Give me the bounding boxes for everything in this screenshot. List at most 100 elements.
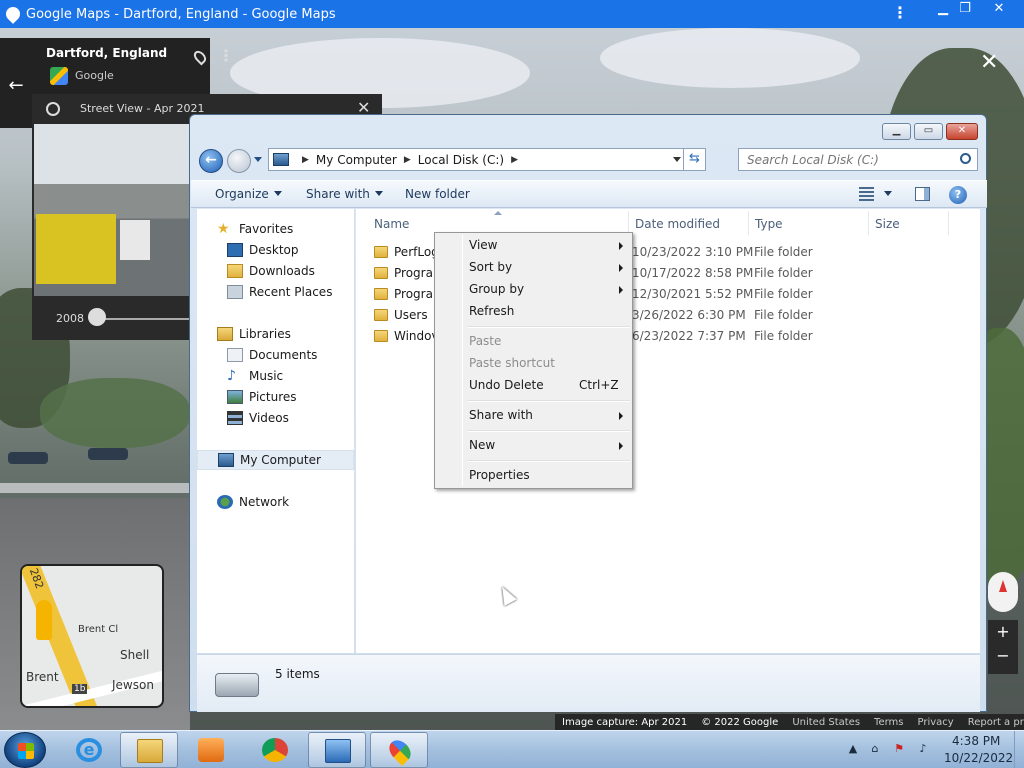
truck: [120, 220, 150, 260]
column-divider[interactable]: [868, 211, 869, 235]
nav-pictures[interactable]: Pictures: [197, 387, 354, 407]
file-name: Prograr: [394, 266, 438, 280]
taskbar-internet-explorer[interactable]: e: [60, 732, 118, 768]
close-window-button[interactable]: ✕: [946, 123, 978, 140]
nav-videos[interactable]: Videos: [197, 408, 354, 428]
taskbar-google-maps[interactable]: [370, 732, 428, 768]
clock-date[interactable]: 10/22/2022: [944, 751, 1013, 765]
restore-button[interactable]: ❐: [948, 0, 982, 20]
address-bar[interactable]: ▶ My Computer ▶ Local Disk (C:) ▶ ⇆: [268, 148, 706, 171]
nav-documents[interactable]: Documents: [197, 345, 354, 365]
region-link[interactable]: United States: [785, 717, 867, 728]
help-icon[interactable]: ?: [949, 186, 967, 204]
back-button[interactable]: ←: [199, 149, 223, 173]
nav-favorites[interactable]: ★ Favorites: [197, 219, 354, 239]
report-problem-link[interactable]: Report a problem: [961, 717, 1024, 728]
terms-link[interactable]: Terms: [867, 717, 910, 728]
file-date: 3/26/2022 6:30 PM: [632, 308, 746, 322]
nav-downloads[interactable]: Downloads: [197, 261, 354, 281]
menu-item-new[interactable]: New: [437, 435, 630, 456]
close-app-button[interactable]: ✕: [982, 0, 1016, 20]
taskbar-media-player[interactable]: [182, 732, 240, 768]
column-header-date[interactable]: Date modified: [635, 217, 720, 231]
history-icon[interactable]: [46, 102, 60, 116]
menu-item-share-with[interactable]: Share with: [437, 405, 630, 426]
menu-item-group-by[interactable]: Group by: [437, 279, 630, 300]
forward-button[interactable]: [227, 149, 251, 173]
nav-libraries[interactable]: Libraries: [197, 324, 354, 344]
app-menu-button[interactable]: ⋮: [892, 3, 908, 22]
taskbar: e ▲ ⌂ ⚑ ♪ 4:38 PM 10/22/2022: [0, 730, 1024, 768]
place-name: Dartford, England: [46, 46, 168, 60]
change-view-icon[interactable]: [859, 187, 874, 201]
search-icon[interactable]: [960, 153, 971, 164]
menu-item-properties[interactable]: Properties: [437, 465, 630, 486]
action-center-icon[interactable]: ⚑: [892, 742, 906, 756]
nav-music[interactable]: ♪ Music: [197, 366, 354, 386]
address-dropdown-icon[interactable]: [673, 157, 681, 162]
zoom-control[interactable]: + −: [988, 620, 1018, 674]
truck: [36, 214, 116, 284]
more-options-icon[interactable]: ⋮: [218, 46, 234, 65]
compass-icon[interactable]: [988, 572, 1018, 612]
location-pin-icon[interactable]: [191, 48, 209, 66]
minimize-window-button[interactable]: ▁: [882, 123, 911, 140]
column-header-size[interactable]: Size: [875, 217, 900, 231]
share-with-button[interactable]: Share with: [306, 187, 383, 201]
minimap[interactable]: 282 Brent Cl Shell Brent 1b Jewson: [20, 564, 164, 708]
volume-icon[interactable]: ♪: [916, 742, 930, 756]
recent-pages-dropdown[interactable]: [254, 157, 262, 162]
menu-item-view[interactable]: View: [437, 235, 630, 256]
network-status-icon[interactable]: ⌂: [868, 742, 882, 756]
show-hidden-icons-icon[interactable]: ▲: [846, 742, 860, 756]
column-header-name[interactable]: Name: [374, 217, 409, 231]
libraries-icon: [217, 327, 233, 341]
pegman-icon[interactable]: [36, 600, 52, 640]
nav-label: My Computer: [240, 453, 321, 467]
column-divider[interactable]: [748, 211, 749, 235]
organize-button[interactable]: Organize: [215, 187, 282, 201]
chevron-right-icon[interactable]: ▶: [511, 155, 518, 165]
street-view-thumbnail[interactable]: [34, 124, 190, 296]
nav-network[interactable]: Network: [197, 492, 354, 512]
privacy-link[interactable]: Privacy: [911, 717, 961, 728]
clock-time[interactable]: 4:38 PM: [952, 734, 1000, 748]
recent-places-icon: [227, 285, 243, 299]
column-divider[interactable]: [948, 211, 949, 235]
google-maps-icon: [385, 736, 415, 766]
preview-pane-icon[interactable]: [915, 187, 930, 201]
nav-my-computer[interactable]: My Computer: [197, 450, 354, 470]
refresh-icon[interactable]: ⇆: [683, 149, 705, 170]
timeline-slider-handle[interactable]: [88, 308, 106, 326]
close-street-view-icon[interactable]: ✕: [980, 50, 998, 75]
menu-item-undo-delete[interactable]: Undo Delete Ctrl+Z: [437, 375, 630, 396]
search-box[interactable]: [738, 148, 978, 171]
back-arrow-icon[interactable]: ←: [0, 38, 32, 128]
chevron-right-icon[interactable]: ▶: [302, 155, 309, 165]
timeline-slider-track[interactable]: [98, 318, 192, 320]
documents-icon: [227, 348, 243, 362]
context-menu: View Sort by Group by Refresh Paste Past…: [434, 232, 633, 489]
taskbar-windows-explorer[interactable]: [120, 732, 178, 768]
breadcrumb-my-computer[interactable]: My Computer: [316, 153, 397, 167]
maximize-window-button[interactable]: ▭: [914, 123, 943, 140]
start-button[interactable]: [4, 732, 46, 768]
zoom-out-button[interactable]: −: [988, 644, 1018, 668]
column-header-type[interactable]: Type: [755, 217, 783, 231]
file-type: File folder: [754, 245, 813, 259]
zoom-in-button[interactable]: +: [988, 620, 1018, 644]
view-options-dropdown[interactable]: [879, 187, 892, 201]
show-desktop-button[interactable]: [1014, 731, 1024, 768]
taskbar-chrome[interactable]: [246, 732, 304, 768]
nav-desktop[interactable]: Desktop: [197, 240, 354, 260]
chevron-right-icon[interactable]: ▶: [404, 155, 411, 165]
pictures-icon: [227, 390, 243, 404]
menu-item-sort-by[interactable]: Sort by: [437, 257, 630, 278]
breadcrumb-local-disk[interactable]: Local Disk (C:): [418, 153, 504, 167]
menu-item-refresh[interactable]: Refresh: [437, 301, 630, 322]
taskbar-remote-desktop[interactable]: [308, 732, 366, 768]
new-folder-button[interactable]: New folder: [405, 187, 470, 201]
nav-recent-places[interactable]: Recent Places: [197, 282, 354, 302]
nav-label: Desktop: [249, 243, 299, 257]
search-input[interactable]: [739, 149, 949, 170]
